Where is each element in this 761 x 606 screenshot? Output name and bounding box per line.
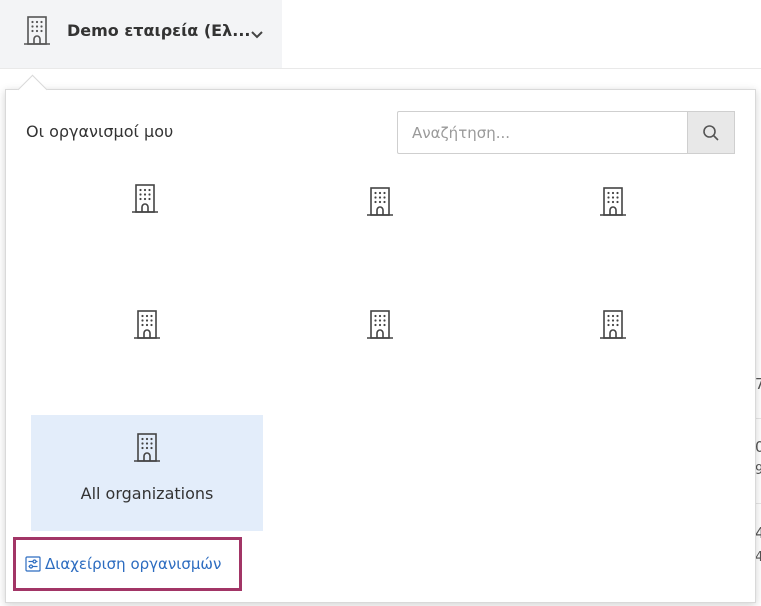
building-icon: [598, 308, 628, 344]
organization-tile[interactable]: [497, 185, 729, 301]
organizations-popover: Οι οργανισμοί μου Αναζήτηση... All organ…: [5, 89, 756, 603]
organization-tile[interactable]: [31, 308, 263, 424]
search-input[interactable]: [397, 111, 687, 154]
building-icon: [132, 308, 162, 344]
top-bar: Demo εταιρεία (Ελ...: [0, 0, 761, 69]
organization-tile[interactable]: [497, 308, 729, 424]
chevron-down-icon: [250, 25, 264, 44]
building-icon: [365, 185, 395, 221]
organization-search: [397, 111, 735, 154]
organization-label: All organizations: [80, 484, 214, 503]
organization-switcher[interactable]: Demo εταιρεία (Ελ...: [0, 0, 282, 68]
organization-tile[interactable]: [29, 182, 261, 298]
building-icon: [365, 308, 395, 344]
search-button[interactable]: [687, 111, 735, 154]
building-icon: [130, 182, 160, 218]
popover-title: Οι οργανισμοί μου: [26, 122, 174, 141]
building-icon: [132, 431, 162, 467]
manage-organizations-label: Διαχείριση οργανισμών: [45, 555, 222, 573]
organization-tile[interactable]: [264, 185, 496, 301]
building-icon: [598, 185, 628, 221]
organization-tile[interactable]: [264, 308, 496, 424]
building-icon: [22, 14, 52, 50]
settings-sliders-icon: [25, 556, 41, 572]
current-organization-name: Demo εταιρεία (Ελ...: [67, 21, 251, 40]
manage-organizations-link[interactable]: Διαχείριση οργανισμών: [13, 537, 242, 591]
search-icon: [702, 124, 720, 142]
all-organizations-tile[interactable]: All organizations: [31, 415, 263, 531]
